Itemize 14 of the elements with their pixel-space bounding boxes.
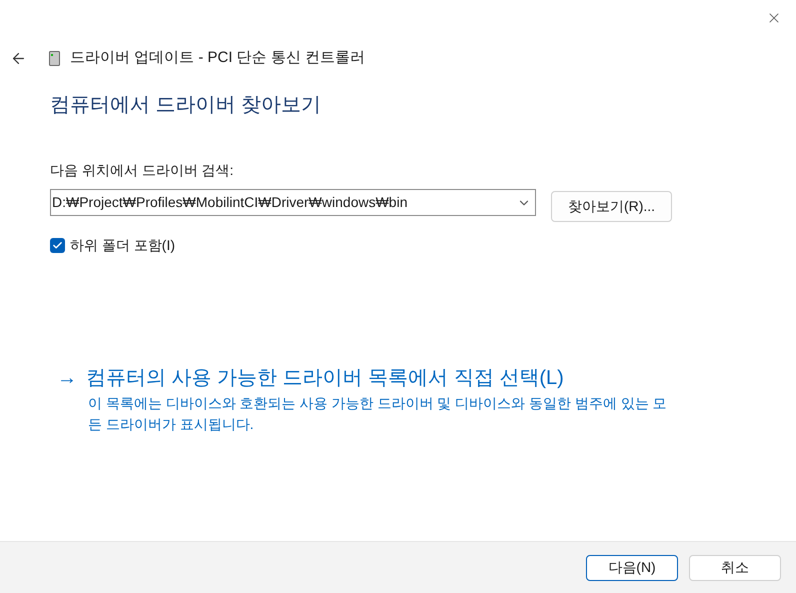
link-description: 든 드라이버가 표시됩니다. — [88, 415, 255, 434]
driver-list-link[interactable]: → 컴퓨터의 사용 가능한 드라이버 목록에서 직접 선택(L) — [57, 363, 796, 393]
window-title: 드라이버 업데이트 - PCI 단순 통신 컨트롤러 — [70, 48, 366, 68]
page-heading: 컴퓨터에서 드라이버 찾아보기 — [50, 93, 322, 118]
check-icon — [52, 240, 63, 251]
checkbox-label: 하위 폴더 포함(I) — [70, 236, 175, 255]
next-button[interactable]: 다음(N) — [586, 554, 678, 580]
browse-button[interactable]: 찾아보기(R)... — [551, 191, 672, 222]
path-combo-box[interactable]: D:₩Project₩Profiles₩MobilintCI₩Driver₩windows₩bin — [50, 189, 536, 216]
link-description: 이 목록에는 디바이스와 호환되는 사용 가능한 드라이버 및 디바이스와 동일한 범주에 있는 모 — [88, 394, 668, 413]
search-label: 다음 위치에서 드라이버 검색: — [50, 161, 235, 180]
cancel-button[interactable]: 취소 — [689, 554, 781, 580]
device-icon — [49, 50, 60, 66]
subfolder-checkbox[interactable] — [50, 238, 65, 253]
